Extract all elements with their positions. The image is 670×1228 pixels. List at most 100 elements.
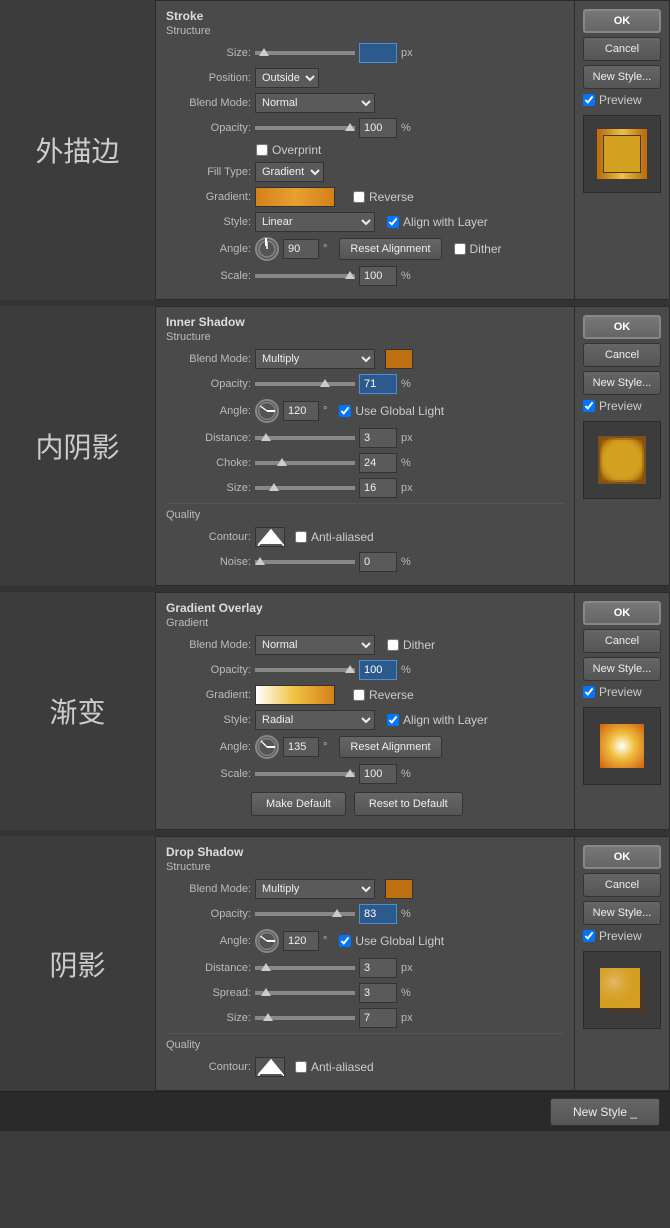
is-contour-thumb[interactable] — [255, 527, 285, 547]
is-ok-btn[interactable]: OK — [583, 315, 661, 339]
stroke-scale-input[interactable] — [359, 266, 397, 286]
stroke-fill-type-select[interactable]: Gradient Color Pattern — [255, 162, 324, 182]
go-gradient-row: Gradient: Reverse — [166, 685, 564, 705]
ds-angle-dial[interactable] — [255, 929, 279, 953]
is-opacity-input[interactable] — [359, 374, 397, 394]
stroke-opacity-input[interactable] — [359, 118, 397, 138]
stroke-style-select[interactable]: Linear Radial Angle — [255, 212, 375, 232]
ds-spread-input[interactable] — [359, 983, 397, 1003]
go-preview-row: Preview — [583, 685, 661, 699]
ds-preview-checkbox[interactable] — [583, 930, 595, 942]
stroke-preview-checkbox[interactable] — [583, 94, 595, 106]
stroke-angle-input[interactable] — [283, 239, 319, 259]
stroke-overprint-checkbox[interactable] — [256, 144, 268, 156]
is-angle-input[interactable] — [283, 401, 319, 421]
ds-spread-slider[interactable] — [255, 991, 355, 995]
stroke-scale-slider[interactable] — [255, 274, 355, 278]
is-blend-select[interactable]: Multiply Normal Screen — [255, 349, 375, 369]
go-angle-input[interactable] — [283, 737, 319, 757]
go-ok-btn[interactable]: OK — [583, 601, 661, 625]
go-align-checkbox[interactable] — [387, 714, 399, 726]
stroke-new-style-btn[interactable]: New Style... — [583, 65, 661, 89]
ds-new-style-btn[interactable]: New Style... — [583, 901, 661, 925]
go-make-default-btn[interactable]: Make Default — [251, 792, 346, 816]
new-style-bottom-btn[interactable]: New Style _ — [550, 1098, 660, 1126]
ds-cancel-btn[interactable]: Cancel — [583, 873, 661, 897]
stroke-gradient-swatch[interactable] — [255, 187, 335, 207]
is-global-light-checkbox[interactable] — [339, 405, 351, 417]
is-color-swatch[interactable] — [385, 349, 413, 369]
ds-ok-btn[interactable]: OK — [583, 845, 661, 869]
is-choke-slider[interactable] — [255, 461, 355, 465]
is-noise-slider[interactable] — [255, 560, 355, 564]
ds-distance-slider[interactable] — [255, 966, 355, 970]
is-noise-thumb[interactable] — [255, 557, 265, 565]
is-distance-input[interactable] — [359, 428, 397, 448]
ds-size-thumb[interactable] — [263, 1013, 273, 1021]
ds-opacity-slider[interactable] — [255, 912, 355, 916]
ds-spread-thumb[interactable] — [261, 988, 271, 996]
go-new-style-btn[interactable]: New Style... — [583, 657, 661, 681]
is-opacity-thumb[interactable] — [320, 379, 330, 387]
go-reset-alignment-btn[interactable]: Reset Alignment — [339, 736, 441, 758]
go-style-select[interactable]: Radial Linear Angle — [255, 710, 375, 730]
go-opacity-input[interactable] — [359, 660, 397, 680]
stroke-ok-btn[interactable]: OK — [583, 9, 661, 33]
ds-size-input[interactable] — [359, 1008, 397, 1028]
ds-distance-input[interactable] — [359, 958, 397, 978]
ds-anti-aliased-label: Anti-aliased — [311, 1060, 374, 1074]
stroke-cancel-btn[interactable]: Cancel — [583, 37, 661, 61]
ds-contour-thumb[interactable] — [255, 1057, 285, 1077]
ds-distance-thumb[interactable] — [261, 963, 271, 971]
ds-global-light-checkbox[interactable] — [339, 935, 351, 947]
ds-opacity-input[interactable] — [359, 904, 397, 924]
go-reverse-checkbox[interactable] — [353, 689, 365, 701]
stroke-size-label: Size: — [166, 47, 251, 59]
stroke-scale-thumb[interactable] — [345, 271, 355, 279]
is-size-input[interactable] — [359, 478, 397, 498]
stroke-size-input[interactable]: 1 — [359, 43, 397, 63]
ds-blend-select[interactable]: Multiply Normal Screen — [255, 879, 375, 899]
go-opacity-slider[interactable] — [255, 668, 355, 672]
go-cancel-btn[interactable]: Cancel — [583, 629, 661, 653]
is-noise-input[interactable] — [359, 552, 397, 572]
go-scale-slider[interactable] — [255, 772, 355, 776]
stroke-opacity-slider[interactable] — [255, 126, 355, 130]
stroke-align-checkbox[interactable] — [387, 216, 399, 228]
ds-size-slider[interactable] — [255, 1016, 355, 1020]
is-new-style-btn[interactable]: New Style... — [583, 371, 661, 395]
stroke-position-select[interactable]: Outside Inside Center — [255, 68, 319, 88]
is-anti-aliased-checkbox[interactable] — [295, 531, 307, 543]
stroke-opacity-thumb[interactable] — [345, 123, 355, 131]
ds-angle-input[interactable] — [283, 931, 319, 951]
stroke-size-slider[interactable] — [255, 51, 355, 55]
is-size-thumb[interactable] — [269, 483, 279, 491]
stroke-angle-dial[interactable] — [255, 237, 279, 261]
ds-anti-aliased-checkbox[interactable] — [295, 1061, 307, 1073]
is-angle-dial[interactable] — [255, 399, 279, 423]
go-dither-checkbox[interactable] — [387, 639, 399, 651]
is-size-slider[interactable] — [255, 486, 355, 490]
stroke-reset-alignment-btn[interactable]: Reset Alignment — [339, 238, 441, 260]
go-opacity-thumb[interactable] — [345, 665, 355, 673]
stroke-size-thumb[interactable] — [259, 48, 269, 56]
is-choke-input[interactable] — [359, 453, 397, 473]
go-scale-input[interactable] — [359, 764, 397, 784]
ds-color-swatch[interactable] — [385, 879, 413, 899]
go-blend-select[interactable]: Normal Multiply Screen — [255, 635, 375, 655]
is-distance-slider[interactable] — [255, 436, 355, 440]
is-preview-checkbox[interactable] — [583, 400, 595, 412]
stroke-dither-checkbox[interactable] — [454, 243, 466, 255]
go-gradient-swatch[interactable] — [255, 685, 335, 705]
is-distance-thumb[interactable] — [261, 433, 271, 441]
is-cancel-btn[interactable]: Cancel — [583, 343, 661, 367]
go-reset-default-btn[interactable]: Reset to Default — [354, 792, 463, 816]
ds-opacity-thumb[interactable] — [332, 909, 342, 917]
go-angle-dial[interactable] — [255, 735, 279, 759]
stroke-blend-select[interactable]: Normal Multiply Screen — [255, 93, 375, 113]
go-scale-thumb[interactable] — [345, 769, 355, 777]
is-opacity-slider[interactable] — [255, 382, 355, 386]
is-choke-thumb[interactable] — [277, 458, 287, 466]
go-preview-checkbox[interactable] — [583, 686, 595, 698]
stroke-reverse-checkbox[interactable] — [353, 191, 365, 203]
